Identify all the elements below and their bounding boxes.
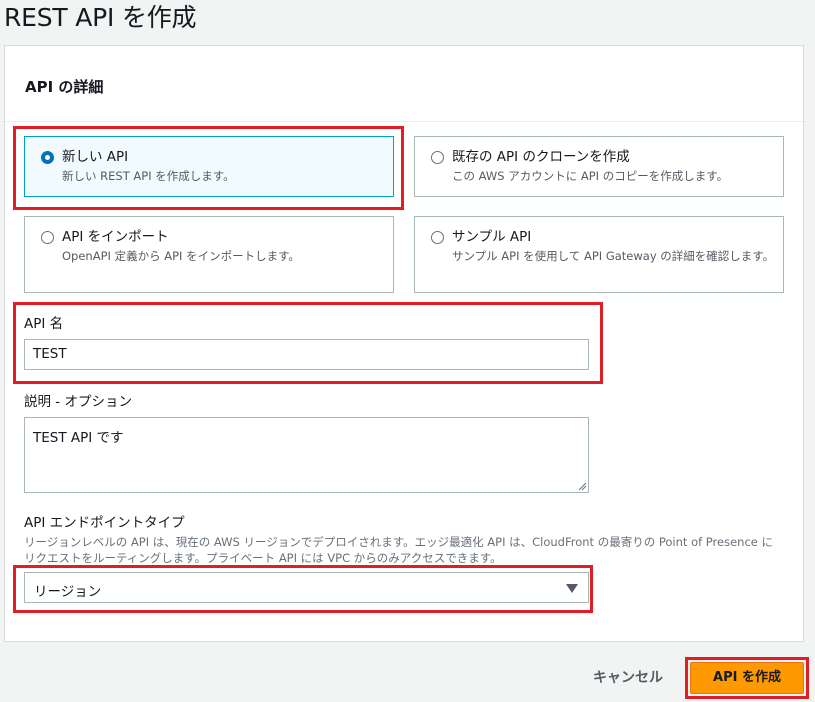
description-value: TEST API です — [33, 430, 124, 446]
caret-down-icon — [566, 584, 578, 593]
option-sample-api[interactable]: サンプル API サンプル API を使用して API Gateway の詳細を… — [414, 216, 784, 293]
option-title: API をインポート — [62, 229, 169, 245]
option-description: この AWS アカウントに API のコピーを作成します。 — [452, 169, 729, 183]
option-clone-api[interactable]: 既存の API のクローンを作成 この AWS アカウントに API のコピーを… — [414, 136, 784, 197]
description-label: 説明 - オプション — [24, 394, 132, 410]
endpoint-type-hint: リージョンレベルの API は、現在の AWS リージョンでデプロイされます。エ… — [24, 535, 774, 565]
option-description: サンプル API を使用して API Gateway の詳細を確認します。 — [452, 249, 775, 263]
endpoint-type-label: API エンドポイントタイプ — [24, 515, 185, 531]
radio-selected-icon[interactable] — [41, 151, 54, 164]
panel-title: API の詳細 — [25, 78, 104, 96]
api-name-input[interactable]: TEST — [24, 339, 589, 370]
api-name-label: API 名 — [24, 316, 64, 332]
option-title: サンプル API — [452, 229, 532, 245]
radio-icon[interactable] — [41, 231, 54, 244]
option-title: 新しい API — [62, 149, 129, 165]
description-textarea[interactable]: TEST API です — [24, 417, 589, 493]
endpoint-type-select[interactable]: リージョン — [24, 572, 589, 603]
option-title: 既存の API のクローンを作成 — [452, 149, 630, 165]
radio-icon[interactable] — [431, 151, 444, 164]
option-import-api[interactable]: API をインポート OpenAPI 定義から API をインポートします。 — [24, 216, 394, 293]
option-description: OpenAPI 定義から API をインポートします。 — [62, 249, 300, 263]
cancel-button[interactable]: キャンセル — [582, 663, 674, 693]
page-title: REST API を作成 — [4, 3, 197, 32]
panel-header: API の詳細 — [5, 46, 803, 122]
create-api-button[interactable]: API を作成 — [690, 662, 804, 694]
radio-icon[interactable] — [431, 231, 444, 244]
resize-grip-icon[interactable] — [578, 482, 587, 491]
option-description: 新しい REST API を作成します。 — [62, 169, 235, 183]
endpoint-type-value: リージョン — [34, 584, 102, 600]
option-new-api[interactable]: 新しい API 新しい REST API を作成します。 — [24, 136, 394, 197]
